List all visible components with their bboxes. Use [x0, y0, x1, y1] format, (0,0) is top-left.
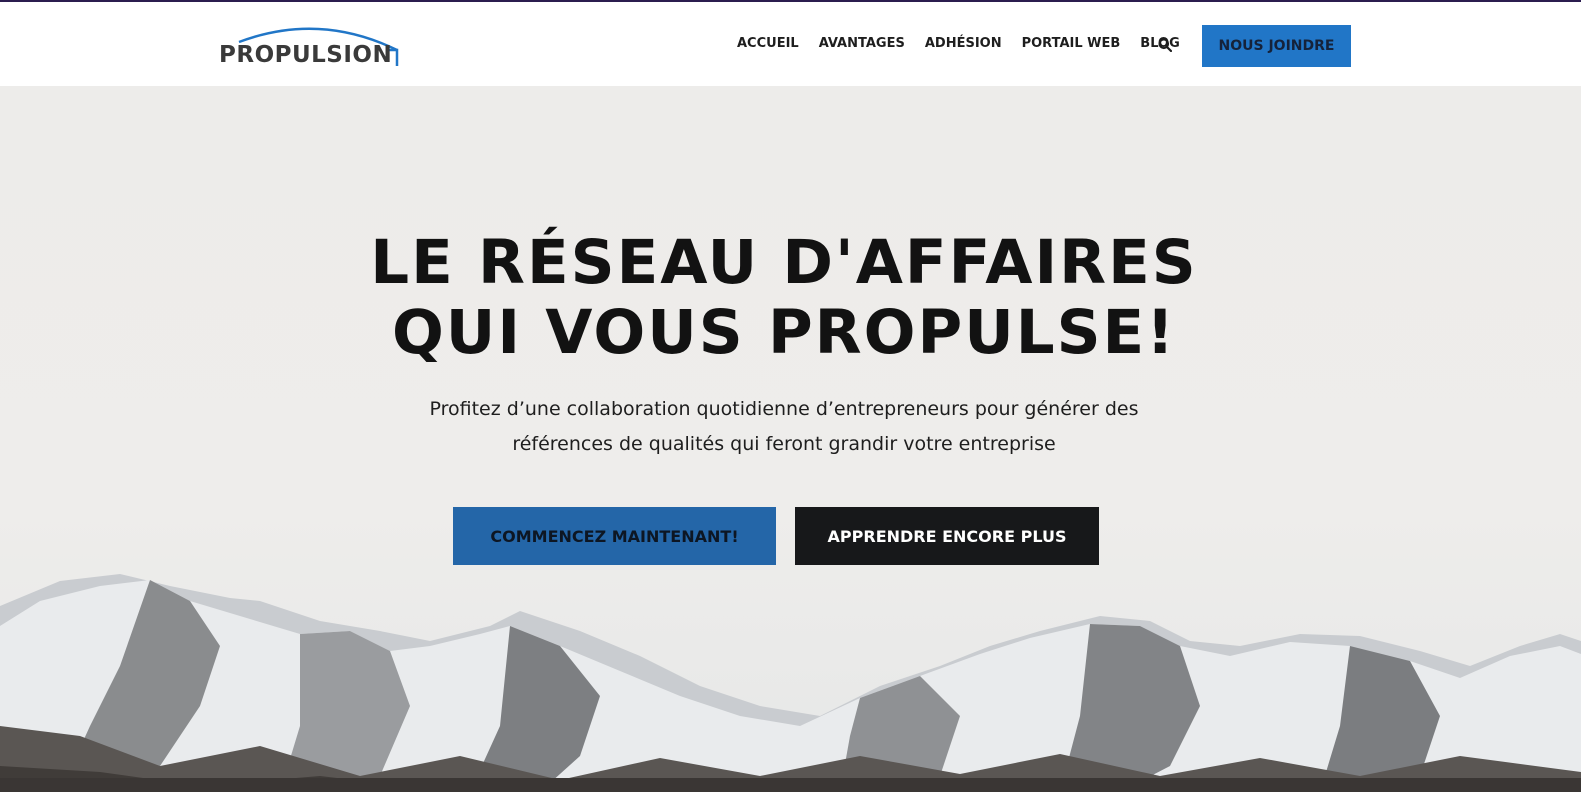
- logo-text: PROPULSION: [219, 42, 393, 68]
- search-icon[interactable]: [1158, 38, 1172, 52]
- bottom-strip: [0, 778, 1581, 792]
- start-now-button[interactable]: COMMENCEZ MAINTENANT!: [453, 507, 776, 565]
- nav-accueil[interactable]: ACCUEIL: [737, 36, 799, 51]
- hero-title-line-2: QUI VOUS PROPULSE!: [391, 297, 1177, 368]
- nav-avantages[interactable]: AVANTAGES: [819, 36, 905, 51]
- hero-title: LE RÉSEAU D'AFFAIRES QUI VOUS PROPULSE!: [0, 228, 1568, 368]
- hero-title-line-1: LE RÉSEAU D'AFFAIRES: [370, 227, 1198, 298]
- nav-adhesion[interactable]: ADHÉSION: [925, 36, 1002, 51]
- nav-portail-web[interactable]: PORTAIL WEB: [1022, 36, 1121, 51]
- logo[interactable]: PROPULSION: [219, 20, 401, 70]
- join-button[interactable]: NOUS JOINDRE: [1202, 25, 1351, 67]
- site-header: PROPULSION ACCUEIL AVANTAGES ADHÉSION PO…: [0, 2, 1581, 86]
- hero-subtitle: Profitez d’une collaboration quotidienne…: [429, 398, 1139, 455]
- hero-section: LE RÉSEAU D'AFFAIRES QUI VOUS PROPULSE! …: [0, 86, 1581, 792]
- main-nav: ACCUEIL AVANTAGES ADHÉSION PORTAIL WEB B…: [737, 36, 1200, 51]
- learn-more-button[interactable]: APPRENDRE ENCORE PLUS: [795, 507, 1099, 565]
